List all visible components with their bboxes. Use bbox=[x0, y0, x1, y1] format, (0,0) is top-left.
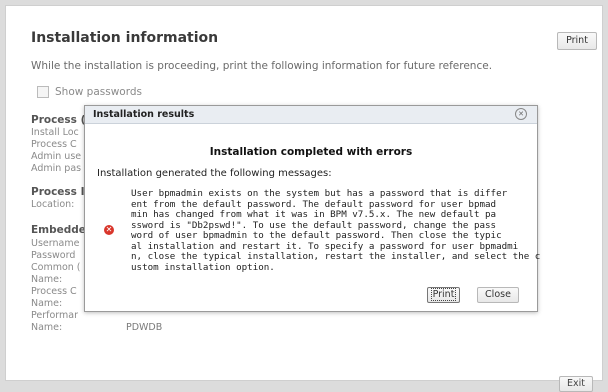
bg-label: Name: bbox=[31, 322, 63, 333]
exit-button[interactable]: Exit bbox=[559, 376, 593, 392]
print-button[interactable]: Print bbox=[557, 32, 597, 50]
dialog-print-button[interactable]: Print bbox=[427, 287, 460, 303]
show-passwords-checkbox[interactable] bbox=[37, 86, 49, 98]
bg-label: Location: bbox=[31, 199, 75, 210]
intro-text: While the installation is proceeding, pr… bbox=[31, 60, 493, 72]
message-line: ustom installation option. bbox=[131, 261, 275, 273]
bg-label: Admin use bbox=[31, 151, 82, 162]
bg-label: Name: bbox=[31, 274, 63, 285]
dialog-close-button[interactable]: Close bbox=[477, 287, 519, 303]
section-heading-process-2: Process I bbox=[31, 186, 85, 198]
message-line: word of user bpmadmin to the default pas… bbox=[131, 230, 502, 241]
message-line: min has changed from what it was in BPM … bbox=[131, 209, 497, 220]
close-icon[interactable]: ✕ bbox=[515, 108, 527, 120]
bg-label: Process C bbox=[31, 139, 77, 150]
dialog-subheading: Installation generated the following mes… bbox=[97, 168, 332, 179]
database-name-value: PDWDB bbox=[126, 322, 163, 333]
section-heading-embedded: Embedde bbox=[31, 224, 86, 236]
bg-label: Name: bbox=[31, 298, 63, 309]
bg-label: Process C bbox=[31, 286, 77, 297]
dialog-title: Installation results bbox=[93, 109, 195, 120]
page-title: Installation information bbox=[31, 30, 219, 46]
section-heading-process: Process ( bbox=[31, 114, 86, 126]
dialog-heading: Installation completed with errors bbox=[209, 146, 413, 158]
dialog-print-label: Print bbox=[430, 288, 457, 301]
message-line: n, close the typical installation, resta… bbox=[131, 251, 541, 262]
installation-results-dialog: Installation results ✕ Installation comp… bbox=[84, 105, 541, 312]
dialog-header: Installation results ✕ bbox=[85, 106, 537, 124]
message-line: User bpmadmin exists on the system but h… bbox=[131, 188, 508, 199]
bg-label: Common ( bbox=[31, 262, 81, 273]
show-passwords-label: Show passwords bbox=[55, 86, 142, 98]
bg-label: Username bbox=[31, 238, 80, 249]
bg-label: Performar bbox=[31, 310, 79, 321]
error-message: User bpmadmin exists on the system but h… bbox=[131, 188, 541, 273]
show-passwords-option[interactable]: Show passwords bbox=[37, 86, 142, 98]
bg-label: Password bbox=[31, 250, 76, 261]
error-icon: ✕ bbox=[104, 225, 114, 235]
bg-label: Admin pas bbox=[31, 163, 82, 174]
bg-label: Install Loc bbox=[31, 127, 79, 138]
